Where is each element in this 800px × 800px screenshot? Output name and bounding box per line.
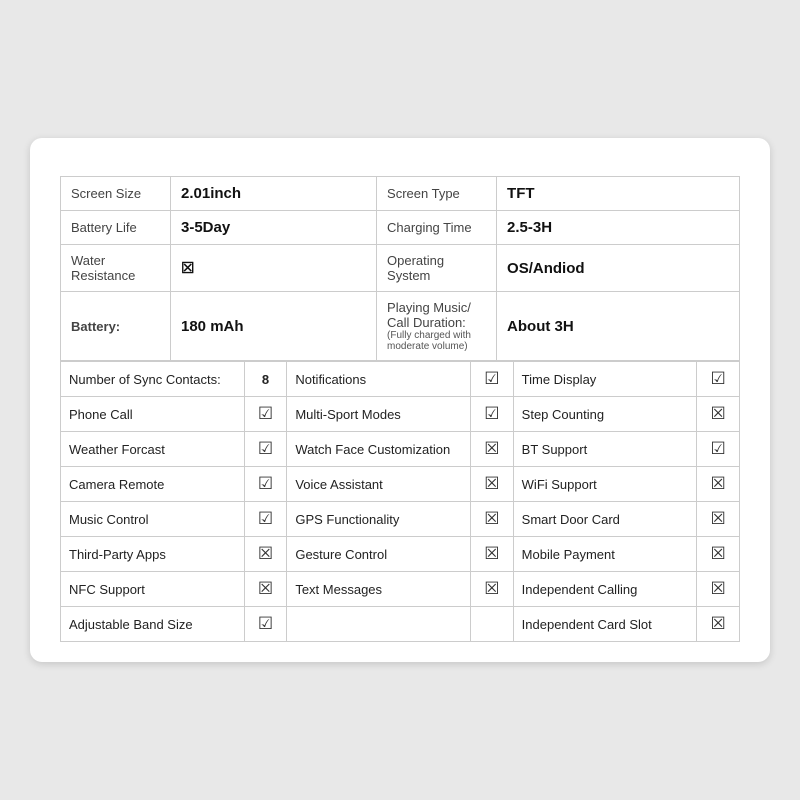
spec-left-value-2: ☒ xyxy=(171,245,377,292)
feat-col2-label-2: Voice Assistant xyxy=(287,467,471,502)
feat-col3-check-6: ☒ xyxy=(697,607,740,642)
feat-col2-label-4: Gesture Control xyxy=(287,537,471,572)
spec-left-label-3: Battery: xyxy=(61,292,171,361)
feat-col3-check-3: ☒ xyxy=(697,502,740,537)
feat-col2-check-1: ☒ xyxy=(471,432,514,467)
feat-col2-label-1: Watch Face Customization xyxy=(287,432,471,467)
feat-col3-check-1: ☑ xyxy=(697,432,740,467)
feat-col2-check-5: ☒ xyxy=(471,572,514,607)
feat-col1-label-4: Third-Party Apps xyxy=(61,537,245,572)
feat-col3-label-0: Step Counting xyxy=(513,397,697,432)
feat-col1-check-5: ☒ xyxy=(244,572,287,607)
feat-col3-label-2: WiFi Support xyxy=(513,467,697,502)
main-card: Screen Size2.01inchScreen TypeTFT Battery… xyxy=(30,138,770,662)
feat-col1-check-0: ☑ xyxy=(244,397,287,432)
spec-right-label-3: Playing Music/ Call Duration:(Fully char… xyxy=(377,292,497,361)
spec-right-label-1: Charging Time xyxy=(377,211,497,245)
spec-left-label-0: Screen Size xyxy=(61,177,171,211)
feat-col2-label-5: Text Messages xyxy=(287,572,471,607)
sync-contacts-label: Number of Sync Contacts: xyxy=(61,362,245,397)
feat-col2-check-0: ☑ xyxy=(471,397,514,432)
feat-col1-label-0: Phone Call xyxy=(61,397,245,432)
feat-col2-check-4: ☒ xyxy=(471,537,514,572)
feat-col1-check-1: ☑ xyxy=(244,432,287,467)
specs-table: Screen Size2.01inchScreen TypeTFT Battery… xyxy=(60,176,740,361)
feat-col1-label-3: Music Control xyxy=(61,502,245,537)
spec-left-label-2: Water Resistance xyxy=(61,245,171,292)
spec-right-value-2: OS/Andiod xyxy=(497,245,740,292)
spec-right-label-2: Operating System xyxy=(377,245,497,292)
features-table: Number of Sync Contacts:8Notifications☑T… xyxy=(60,361,740,642)
feat-col3-check-4: ☒ xyxy=(697,537,740,572)
feat-col3-label-3: Smart Door Card xyxy=(513,502,697,537)
feat-col3-label-1: BT Support xyxy=(513,432,697,467)
feat-col3-label-6: Independent Card Slot xyxy=(513,607,697,642)
feat-col2-label-0: Multi-Sport Modes xyxy=(287,397,471,432)
feat-col1-label-5: NFC Support xyxy=(61,572,245,607)
spec-right-value-3: About 3H xyxy=(497,292,740,361)
feat-col2-check-6 xyxy=(471,607,514,642)
spec-left-value-3: 180 mAh xyxy=(171,292,377,361)
spec-right-label-0: Screen Type xyxy=(377,177,497,211)
feat-col3-check-2: ☒ xyxy=(697,467,740,502)
feat-col3-check-5: ☒ xyxy=(697,572,740,607)
feat-col2-check-2: ☒ xyxy=(471,467,514,502)
feat-col1-label-1: Weather Forcast xyxy=(61,432,245,467)
spec-left-value-0: 2.01inch xyxy=(171,177,377,211)
feat-col2-label-3: GPS Functionality xyxy=(287,502,471,537)
feat-col1-label-2: Camera Remote xyxy=(61,467,245,502)
feat-col2-label-6 xyxy=(287,607,471,642)
time-display-check: ☑ xyxy=(697,362,740,397)
time-display-label: Time Display xyxy=(513,362,697,397)
spec-left-value-1: 3-5Day xyxy=(171,211,377,245)
feat-col3-label-4: Mobile Payment xyxy=(513,537,697,572)
feat-col3-check-0: ☒ xyxy=(697,397,740,432)
feat-col1-check-3: ☑ xyxy=(244,502,287,537)
feat-col3-label-5: Independent Calling xyxy=(513,572,697,607)
spec-right-value-0: TFT xyxy=(497,177,740,211)
sync-contacts-value: 8 xyxy=(244,362,287,397)
spec-right-value-1: 2.5-3H xyxy=(497,211,740,245)
notifications-label: Notifications xyxy=(287,362,471,397)
feat-col1-label-6: Adjustable Band Size xyxy=(61,607,245,642)
notifications-check: ☑ xyxy=(471,362,514,397)
spec-left-label-1: Battery Life xyxy=(61,211,171,245)
feat-col1-check-6: ☑ xyxy=(244,607,287,642)
feat-col2-check-3: ☒ xyxy=(471,502,514,537)
feat-col1-check-2: ☑ xyxy=(244,467,287,502)
feat-col1-check-4: ☒ xyxy=(244,537,287,572)
